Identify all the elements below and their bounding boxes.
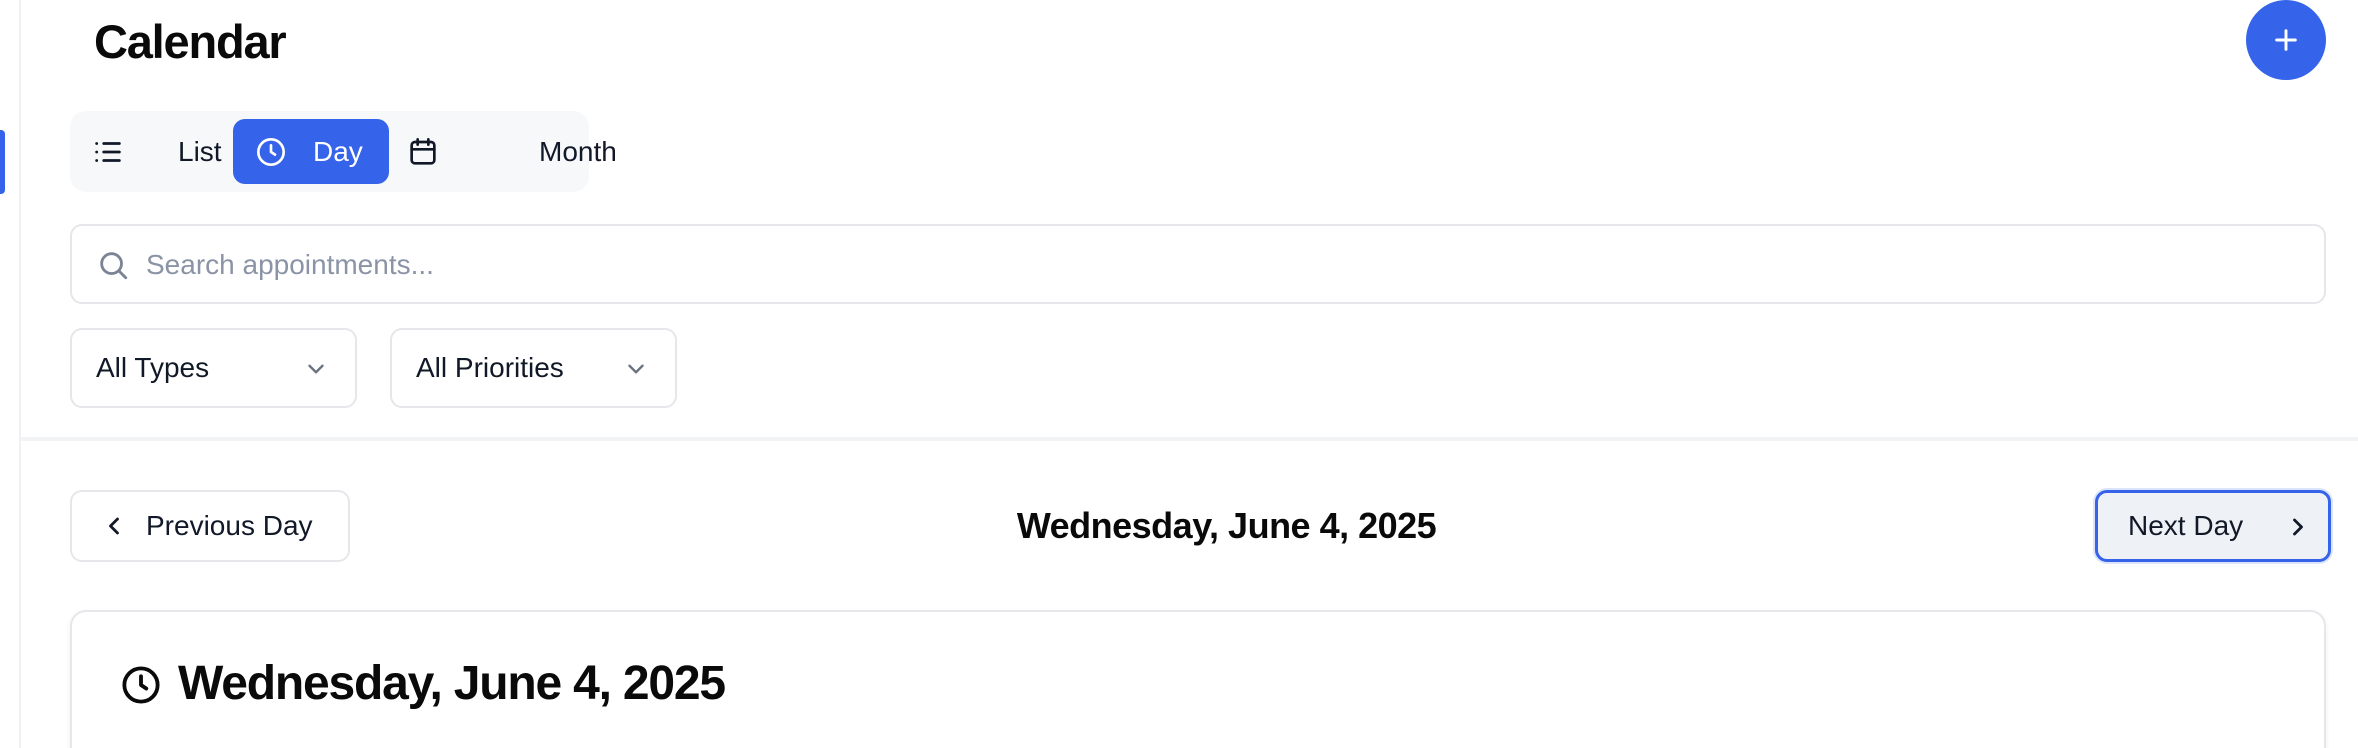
day-schedule-card: Wednesday, June 4, 2025 xyxy=(70,610,2326,748)
sidebar-rail xyxy=(0,0,21,748)
tab-list-label: List xyxy=(178,135,222,167)
clock-icon xyxy=(253,134,289,170)
tab-day[interactable]: Day xyxy=(233,119,389,184)
plus-icon xyxy=(2275,29,2297,51)
current-date-heading: Wednesday, June 4, 2025 xyxy=(1016,505,1437,546)
clock-icon xyxy=(120,664,162,711)
next-day-button[interactable]: Next Day xyxy=(2095,490,2331,562)
add-appointment-button[interactable] xyxy=(2246,0,2326,80)
tab-day-label: Day xyxy=(313,135,363,167)
view-switcher: List Day Month xyxy=(70,111,617,192)
section-divider xyxy=(21,437,2358,441)
day-card-title: Wednesday, June 4, 2025 xyxy=(178,657,726,710)
sidebar-active-indicator xyxy=(0,130,5,194)
page-title: Calendar xyxy=(94,15,287,68)
chevron-left-icon xyxy=(100,512,128,547)
previous-day-label: Previous Day xyxy=(146,510,313,541)
previous-day-button[interactable]: Previous Day xyxy=(70,490,350,562)
next-day-label: Next Day xyxy=(2128,510,2244,541)
chevron-down-icon xyxy=(623,356,649,389)
search-field[interactable] xyxy=(70,224,2326,304)
search-input[interactable] xyxy=(146,240,2296,290)
chevron-right-icon xyxy=(2284,513,2312,548)
list-icon xyxy=(90,134,126,170)
type-filter-select[interactable]: All Types xyxy=(70,328,357,408)
search-icon xyxy=(96,248,130,287)
tab-month-label: Month xyxy=(539,135,617,167)
priority-filter-select[interactable]: All Priorities xyxy=(390,328,677,408)
chevron-down-icon xyxy=(303,356,329,389)
tab-month[interactable]: Month xyxy=(389,119,617,184)
type-filter-value: All Types xyxy=(96,352,210,383)
calendar-icon xyxy=(405,134,441,170)
priority-filter-value: All Priorities xyxy=(416,352,564,383)
